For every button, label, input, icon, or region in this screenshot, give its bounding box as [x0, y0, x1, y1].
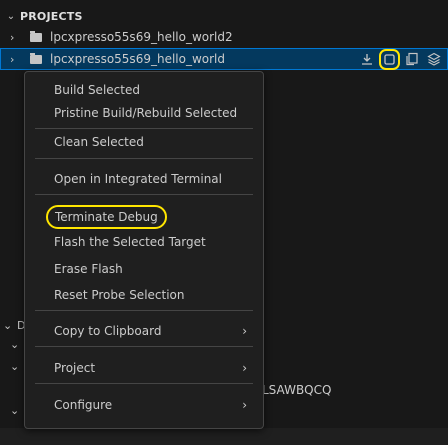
folder-icon	[30, 30, 42, 42]
chevron-right-icon: ›	[242, 361, 247, 375]
menu-separator	[35, 310, 253, 311]
menu-item-copy-clipboard[interactable]: Copy to Clipboard ›	[25, 319, 263, 343]
copy-icon[interactable]	[402, 49, 422, 69]
chevron-right-icon: ›	[242, 324, 247, 338]
menu-item-open-terminal[interactable]: Open in Integrated Terminal	[25, 167, 263, 191]
menu-separator	[35, 158, 253, 159]
section-title: PROJECTS	[20, 9, 83, 23]
row-actions	[357, 48, 444, 70]
chevron-right-icon: ›	[10, 30, 15, 44]
chevron-right-icon: ›	[10, 52, 15, 66]
menu-separator	[35, 128, 253, 129]
menu-item-reset-probe[interactable]: Reset Probe Selection	[25, 283, 263, 307]
chevron-right-icon: ›	[242, 398, 247, 412]
layers-icon[interactable]	[424, 49, 444, 69]
chevron-down-icon[interactable]: ⌄	[10, 404, 19, 417]
menu-item-configure[interactable]: Configure ›	[25, 393, 263, 417]
chevron-down-icon: ⌄	[6, 10, 16, 22]
menu-item-clean-selected[interactable]: Clean Selected	[25, 130, 263, 154]
chevron-down-icon[interactable]: ⌄	[10, 360, 19, 373]
tree-item-hello-world2[interactable]: › lpcxpresso55s69_hello_world2	[0, 26, 448, 48]
context-menu: Build Selected Pristine Build/Rebuild Se…	[24, 71, 264, 429]
stop-debug-icon[interactable]	[379, 48, 400, 70]
chevron-down-icon[interactable]: ⌄	[10, 338, 19, 351]
menu-item-terminate-debug[interactable]: Terminate Debug	[25, 205, 263, 229]
menu-separator	[35, 383, 253, 384]
menu-separator	[35, 346, 253, 347]
bottom-bar	[0, 428, 448, 445]
chevron-down-icon[interactable]: ⌄	[3, 319, 12, 332]
build-icon[interactable]	[357, 49, 377, 69]
background-partial-text: LSAWBQCQ	[262, 383, 332, 397]
menu-item-build-selected[interactable]: Build Selected	[25, 78, 263, 102]
tree-item-label: lpcxpresso55s69_hello_world2	[50, 30, 233, 44]
menu-separator	[35, 194, 253, 195]
menu-item-project[interactable]: Project ›	[25, 356, 263, 380]
folder-icon	[30, 52, 42, 64]
menu-item-pristine-build[interactable]: Pristine Build/Rebuild Selected	[25, 101, 263, 125]
tree-item-label: lpcxpresso55s69_hello_world	[50, 52, 225, 66]
menu-item-flash-target[interactable]: Flash the Selected Target	[25, 230, 263, 254]
tree-item-hello-world[interactable]: › lpcxpresso55s69_hello_world	[0, 48, 448, 70]
menu-item-erase-flash[interactable]: Erase Flash	[25, 257, 263, 281]
projects-section-header[interactable]: ⌄ PROJECTS	[0, 6, 448, 26]
